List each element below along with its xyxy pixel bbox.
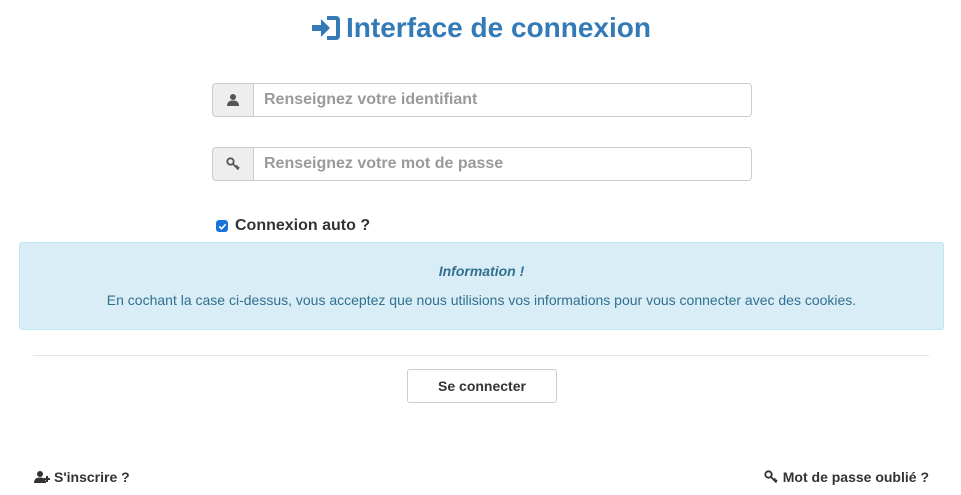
remember-label: Connexion auto ? [235,217,371,234]
password-input[interactable] [253,147,752,181]
forgot-password-link[interactable]: Mot de passe oublié ? [763,469,929,485]
remember-checkbox[interactable] [216,220,228,232]
info-text: En cochant la case ci-dessus, vous accep… [106,292,857,308]
key-icon [212,147,253,181]
check-icon [218,223,226,230]
username-group [212,83,752,117]
username-input[interactable] [253,83,752,117]
info-alert: Information ! En cochant la case ci-dess… [19,242,944,330]
register-label: S'inscrire ? [54,469,130,485]
divider [33,355,929,356]
register-link[interactable]: S'inscrire ? [34,469,130,485]
user-plus-icon [34,471,50,483]
user-icon [212,83,253,117]
login-button[interactable]: Se connecter [407,369,557,403]
forgot-password-label: Mot de passe oublié ? [782,469,929,485]
sign-in-icon [310,13,342,41]
remember-checkbox-row[interactable]: Connexion auto ? [216,217,370,235]
password-group [212,147,752,181]
page-title-text: Interface de connexion [346,12,651,43]
page-title: Interface de connexion [0,8,961,48]
login-page: Interface de connexion Connexion auto ? [0,0,961,495]
key-icon [764,470,778,484]
info-title: Information ! [438,263,525,279]
